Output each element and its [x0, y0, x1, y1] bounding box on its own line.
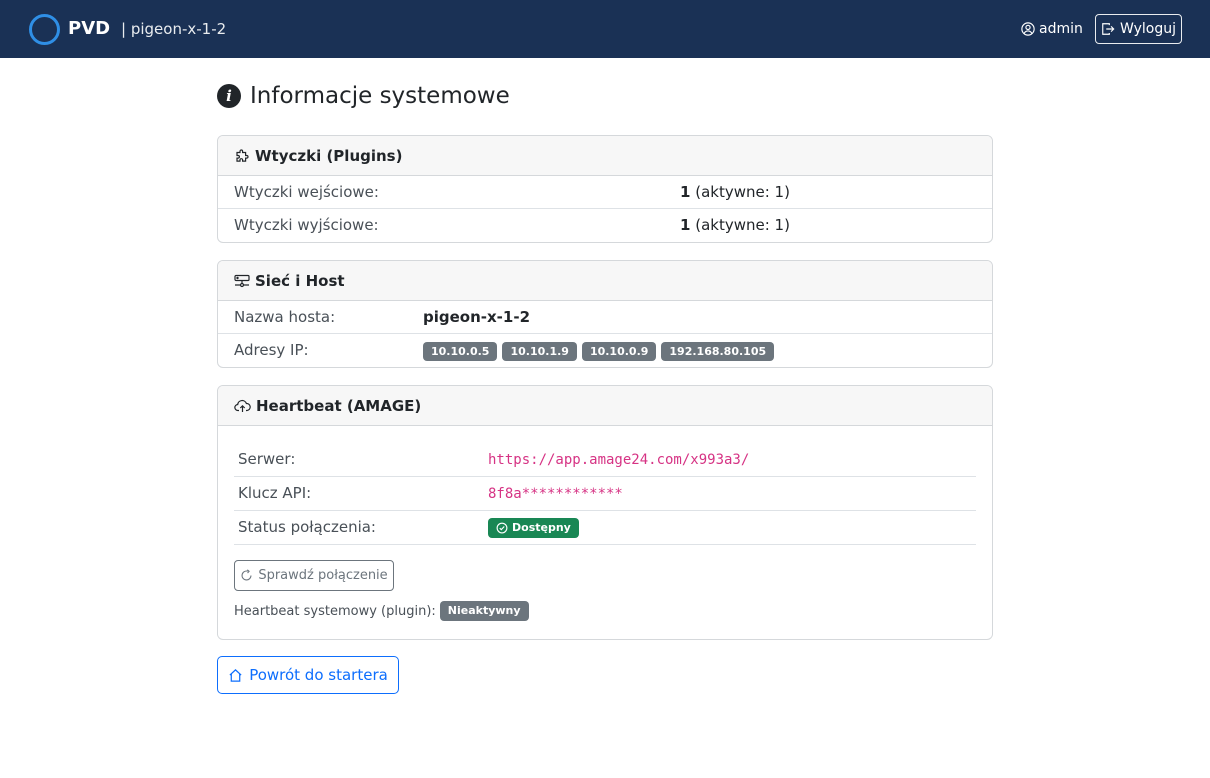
plugins-card: Wtyczki (Plugins) Wtyczki wejściowe: 1 (…: [217, 135, 993, 243]
page-title-text: Informacje systemowe: [250, 83, 510, 109]
check-circle-icon: [496, 522, 508, 534]
host-name: | pigeon-x-1-2: [121, 20, 227, 38]
network-card-header: Sieć i Host: [218, 261, 992, 301]
heartbeat-card: Heartbeat (AMAGE) Serwer: https://app.am…: [217, 385, 993, 640]
back-to-starter-label: Powrót do startera: [249, 666, 388, 684]
ip-list: 10.10.0.5 10.10.1.9 10.10.0.9 192.168.80…: [423, 342, 779, 361]
hdd-network-icon: [234, 274, 250, 287]
system-heartbeat-label: Heartbeat systemowy (plugin):: [234, 603, 436, 619]
puzzle-icon: [236, 148, 249, 162]
plugins-card-title: Wtyczki (Plugins): [255, 146, 403, 165]
plugins-output-value: 1 (aktywne: 1): [680, 216, 790, 234]
network-card-title: Sieć i Host: [255, 271, 345, 290]
ip-badge: 10.10.0.5: [423, 342, 498, 361]
api-key-label: Klucz API:: [238, 484, 312, 502]
info-circle-icon: i: [217, 84, 241, 108]
system-heartbeat-badge: Nieaktywny: [439, 601, 529, 621]
plugins-input-row: Wtyczki wejściowe: 1 (aktywne: 1): [218, 176, 992, 209]
ip-row: Adresy IP: 10.10.0.5 10.10.1.9 10.10.0.9…: [218, 334, 992, 367]
status-text: Dostępny: [512, 521, 571, 534]
logout-label: Wyloguj: [1120, 21, 1176, 37]
heartbeat-card-title: Heartbeat (AMAGE): [256, 396, 422, 415]
page-title: i Informacje systemowe: [217, 82, 510, 110]
top-navbar: PVD | pigeon-x-1-2 admin Wyloguj: [0, 0, 1210, 58]
check-connection-label: Sprawdź połączenie: [258, 568, 388, 583]
heartbeat-card-header: Heartbeat (AMAGE): [218, 386, 992, 426]
plugins-input-value: 1 (aktywne: 1): [680, 183, 790, 201]
server-row: Serwer: https://app.amage24.com/x993a3/: [234, 443, 976, 477]
server-label: Serwer:: [238, 450, 296, 468]
ip-label: Adresy IP:: [234, 341, 309, 359]
plugins-output-active: (aktywne: 1): [695, 216, 790, 234]
person-circle-icon: [1021, 22, 1035, 36]
plugins-input-label: Wtyczki wejściowe:: [234, 183, 379, 201]
logout-button[interactable]: Wyloguj: [1095, 14, 1182, 44]
status-label: Status połączenia:: [238, 518, 376, 536]
plugins-card-header: Wtyczki (Plugins): [218, 136, 992, 176]
user-name: admin: [1039, 21, 1083, 37]
heartbeat-table: Serwer: https://app.amage24.com/x993a3/ …: [234, 443, 976, 545]
ip-badge: 192.168.80.105: [661, 342, 775, 361]
box-arrow-right-icon: [1102, 23, 1115, 35]
system-heartbeat-line: Heartbeat systemowy (plugin): Nieaktywny: [234, 601, 529, 621]
plugins-input-count: 1: [680, 183, 691, 201]
brand-logo-icon[interactable]: [29, 14, 60, 45]
check-connection-button[interactable]: Sprawdź połączenie: [234, 560, 394, 591]
server-url[interactable]: https://app.amage24.com/x993a3/: [488, 452, 749, 468]
api-key-row: Klucz API: 8f8a************: [234, 477, 976, 511]
hostname-label: Nazwa hosta:: [234, 308, 336, 326]
hostname-value: pigeon-x-1-2: [423, 308, 530, 326]
plugins-input-active: (aktywne: 1): [695, 183, 790, 201]
ip-badge: 10.10.0.9: [581, 342, 657, 361]
hostname-row: Nazwa hosta: pigeon-x-1-2: [218, 301, 992, 334]
plugins-output-row: Wtyczki wyjściowe: 1 (aktywne: 1): [218, 209, 992, 242]
plugins-output-count: 1: [680, 216, 691, 234]
network-card: Sieć i Host Nazwa hosta: pigeon-x-1-2 Ad…: [217, 260, 993, 368]
house-icon: [229, 668, 242, 682]
ip-badge: 10.10.1.9: [502, 342, 577, 361]
cloud-upload-icon: [234, 399, 251, 412]
status-row: Status połączenia: Dostępny: [234, 511, 976, 545]
user-menu[interactable]: admin: [1021, 20, 1083, 38]
plugins-output-label: Wtyczki wyjściowe:: [234, 216, 379, 234]
back-to-starter-button[interactable]: Powrót do startera: [217, 656, 399, 694]
brand-name[interactable]: PVD: [68, 18, 110, 40]
status-badge: Dostępny: [488, 518, 579, 538]
arrow-clockwise-icon: [241, 569, 252, 581]
api-key-value: 8f8a************: [488, 486, 623, 502]
